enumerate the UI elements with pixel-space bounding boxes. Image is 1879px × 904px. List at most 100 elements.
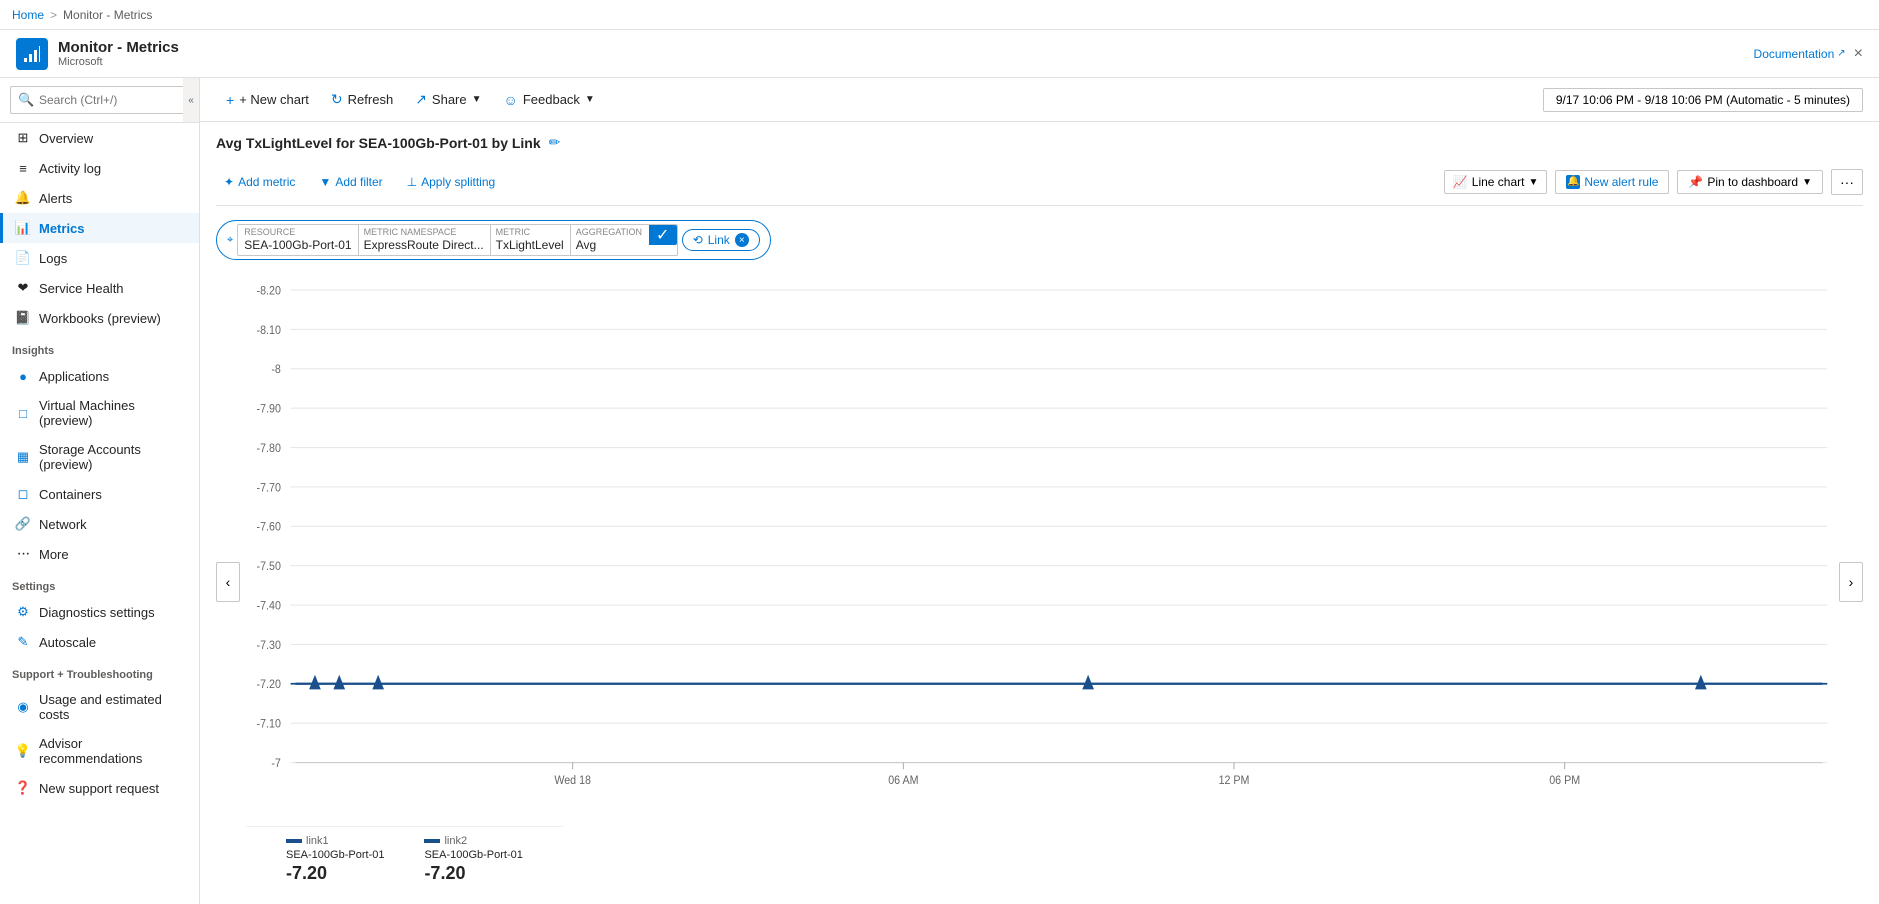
sidebar-item-overview[interactable]: ⊞ Overview — [0, 123, 199, 153]
app-logo — [16, 38, 48, 70]
aggregation-field[interactable]: AGGREGATION Avg — [570, 225, 650, 255]
feedback-label: Feedback — [523, 92, 580, 107]
sidebar: 🔍 « ⊞ Overview ≡ Activity log 🔔 Alerts 📊… — [0, 78, 200, 904]
metric-action-bar: ✦ Add metric ▼ Add filter ⊥ Apply splitt… — [216, 163, 1863, 206]
chart-more-button[interactable]: ··· — [1831, 169, 1863, 195]
sidebar-item-storage-accounts[interactable]: ▦ Storage Accounts (preview) — [0, 435, 199, 479]
sidebar-item-label-support-request: New support request — [39, 781, 159, 796]
svg-text:-7.30: -7.30 — [257, 639, 281, 652]
legend-resource-link1: SEA-100Gb-Port-01 — [286, 849, 384, 861]
add-filter-button[interactable]: ▼ Add filter — [311, 171, 390, 193]
sidebar-item-usage-costs[interactable]: ◉ Usage and estimated costs — [0, 685, 199, 729]
virtual-machines-icon: □ — [15, 405, 31, 421]
legend-resource-link2: SEA-100Gb-Port-01 — [424, 849, 522, 861]
chart-svg: -8.20 -8.10 -8 -7.90 -7.80 -7.70 -7.60 — [242, 272, 1837, 812]
sidebar-item-metrics[interactable]: 📊 Metrics — [0, 213, 199, 243]
chart-nav-left-button[interactable]: ‹ — [216, 562, 240, 602]
documentation-link[interactable]: Documentation ↗ — [1754, 47, 1846, 61]
time-range-button[interactable]: 9/17 10:06 PM - 9/18 10:06 PM (Automatic… — [1543, 88, 1863, 112]
feedback-chevron-icon: ▼ — [585, 94, 595, 105]
sidebar-item-logs[interactable]: 📄 Logs — [0, 243, 199, 273]
link-filter-pill[interactable]: ⟲ Link × — [682, 229, 760, 251]
sidebar-item-autoscale[interactable]: ✎ Autoscale — [0, 627, 199, 657]
chart-nav-right-button[interactable]: › — [1839, 562, 1863, 602]
sidebar-item-activity-log[interactable]: ≡ Activity log — [0, 153, 199, 183]
sidebar-search-container: 🔍 « — [0, 78, 199, 123]
alert-rule-label: New alert rule — [1584, 175, 1658, 189]
sidebar-item-label-containers: Containers — [39, 487, 102, 502]
pin-dashboard-label: Pin to dashboard — [1707, 175, 1798, 189]
search-input[interactable] — [10, 86, 189, 114]
new-chart-label: + New chart — [239, 92, 309, 107]
aggregation-value: Avg — [576, 237, 644, 253]
legend-value-link1: -7.20 — [286, 863, 384, 884]
resource-field[interactable]: RESOURCE SEA-100Gb-Port-01 — [238, 225, 358, 255]
more-icon: ··· — [15, 546, 31, 562]
alerts-icon: 🔔 — [15, 190, 31, 206]
sidebar-item-containers[interactable]: ◻ Containers — [0, 479, 199, 509]
edit-chart-icon[interactable]: ✏ — [549, 134, 561, 151]
add-filter-label: Add filter — [335, 175, 382, 189]
pin-icon: 📌 — [1688, 175, 1703, 189]
sidebar-item-network[interactable]: 🔗 Network — [0, 509, 199, 539]
svg-text:-7.90: -7.90 — [257, 403, 281, 416]
chart-marker-5 — [1695, 675, 1707, 690]
add-metric-button[interactable]: ✦ Add metric — [216, 171, 303, 193]
advisor-icon: 💡 — [15, 743, 31, 759]
sidebar-item-advisor[interactable]: 💡 Advisor recommendations — [0, 729, 199, 773]
pin-chevron-icon: ▼ — [1802, 177, 1812, 188]
chart-marker-4 — [1082, 675, 1094, 690]
sidebar-item-virtual-machines[interactable]: □ Virtual Machines (preview) — [0, 391, 199, 435]
support-section-label: Support + Troubleshooting — [0, 657, 199, 685]
breadcrumb-home[interactable]: Home — [12, 8, 44, 22]
sidebar-collapse-button[interactable]: « — [183, 78, 199, 122]
close-button[interactable]: × — [1854, 45, 1863, 63]
feedback-button[interactable]: ☺ Feedback ▼ — [494, 87, 605, 113]
link-filter-label: Link — [708, 233, 730, 247]
app-header-right: Documentation ↗ × — [1754, 45, 1863, 63]
sidebar-item-more[interactable]: ··· More — [0, 539, 199, 569]
plus-icon: + — [226, 92, 234, 108]
insights-section-label: Insights — [0, 333, 199, 361]
share-button[interactable]: ↗ Share ▼ — [405, 86, 491, 113]
share-label: Share — [432, 92, 467, 107]
apply-splitting-button[interactable]: ⊥ Apply splitting — [399, 171, 504, 193]
link-filter-remove-button[interactable]: × — [735, 233, 749, 247]
share-icon: ↗ — [415, 91, 427, 108]
autoscale-icon: ✎ — [15, 634, 31, 650]
sidebar-item-workbooks[interactable]: 📓 Workbooks (preview) — [0, 303, 199, 333]
app-header: Monitor - Metrics Microsoft Documentatio… — [0, 30, 1879, 78]
app-title-block: Monitor - Metrics Microsoft — [58, 39, 179, 68]
chart-title: Avg TxLightLevel for SEA-100Gb-Port-01 b… — [216, 135, 541, 151]
support-request-icon: ❓ — [15, 780, 31, 796]
pin-dashboard-button[interactable]: 📌 Pin to dashboard ▼ — [1677, 170, 1823, 194]
metrics-icon: 📊 — [15, 220, 31, 236]
sidebar-item-support-request[interactable]: ❓ New support request — [0, 773, 199, 803]
breadcrumb-bar: Home > Monitor - Metrics — [0, 0, 1879, 30]
sidebar-item-service-health[interactable]: ❤ Service Health — [0, 273, 199, 303]
sidebar-item-alerts[interactable]: 🔔 Alerts — [0, 183, 199, 213]
svg-text:-7.50: -7.50 — [257, 560, 281, 573]
breadcrumb-separator: > — [50, 8, 57, 22]
usage-costs-icon: ◉ — [15, 699, 31, 715]
metric-field[interactable]: METRIC TxLightLevel — [490, 225, 571, 255]
apply-splitting-label: Apply splitting — [421, 175, 495, 189]
new-chart-button[interactable]: + + New chart — [216, 87, 319, 113]
namespace-field[interactable]: METRIC NAMESPACE ExpressRoute Direct... — [358, 225, 491, 255]
new-alert-rule-button[interactable]: 🔔 New alert rule — [1555, 170, 1669, 194]
refresh-button[interactable]: ↻ Refresh — [321, 86, 403, 113]
resource-label: RESOURCE — [244, 227, 351, 237]
sidebar-item-label-advisor: Advisor recommendations — [39, 736, 187, 766]
share-chevron-icon: ▼ — [472, 94, 482, 105]
metric-confirm-button[interactable]: ✓ — [649, 225, 677, 245]
sidebar-item-applications[interactable]: ● Applications — [0, 361, 199, 391]
x-label-wed18: Wed 18 — [554, 774, 591, 787]
svg-text:-7.10: -7.10 — [257, 718, 281, 731]
metric-label: METRIC — [496, 227, 564, 237]
splitting-icon: ⊥ — [407, 175, 417, 189]
chart-type-button[interactable]: 📈 Line chart ▼ — [1444, 170, 1548, 194]
legend-color-link2 — [424, 839, 440, 843]
sidebar-item-diagnostics[interactable]: ⚙ Diagnostics settings — [0, 597, 199, 627]
svg-text:-7.70: -7.70 — [257, 482, 281, 495]
sidebar-item-label-overview: Overview — [39, 131, 93, 146]
